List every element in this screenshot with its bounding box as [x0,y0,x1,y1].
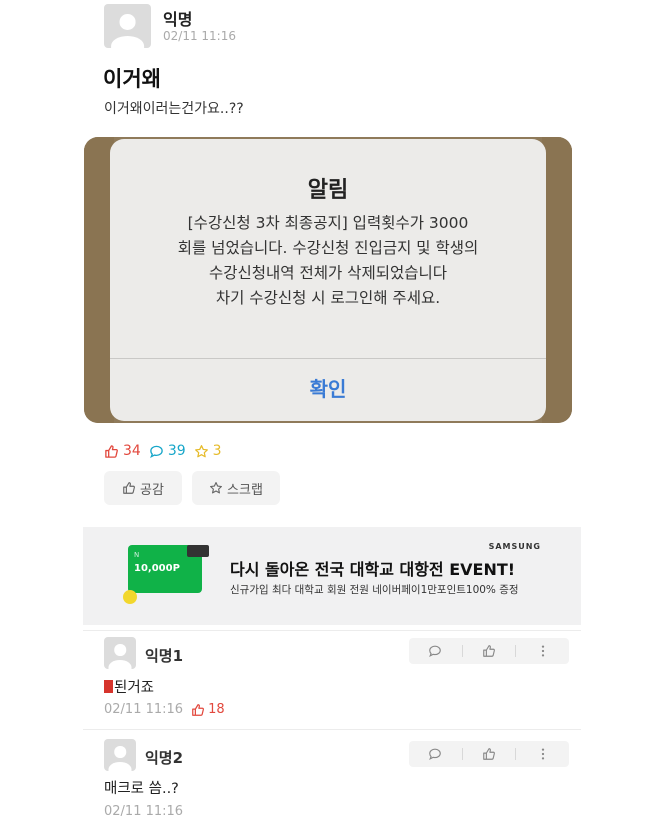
ad-brand: SAMSUNG [488,542,541,551]
divider [83,630,581,631]
comment-count: 39 [149,443,186,459]
scrap-button[interactable]: 스크랩 [192,471,280,505]
alert-message-line: 수강신청내역 전체가 삭제되었습니다 [208,264,447,282]
coin-graphic [123,590,137,604]
ad-headline: 다시 돌아온 전국 대학교 대항전 EVENT! [230,560,516,579]
ad-banner[interactable]: N 10,000P SAMSUNG 다시 돌아온 전국 대학교 대항전 EVEN… [83,527,581,625]
comment-meta: 02/11 11:16 18 [104,702,225,717]
alert-message-line: [수강신청 3차 최종공지] 입력횟수가 3000 [187,214,469,232]
thumbs-up-icon [483,645,495,657]
divider [83,729,581,730]
comment-time: 02/11 11:16 [104,702,184,717]
comment-time: 02/11 11:16 [104,804,184,819]
post-attached-image[interactable]: 알림 [수강신청 3차 최종공지] 입력횟수가 3000 회를 넘었습니다. 수… [84,137,572,423]
star-icon [194,444,208,457]
post-author-avatar [104,4,151,48]
scrap-count: 3 [194,443,222,459]
alert-title: 알림 [307,178,349,203]
alert-message: [수강신청 3차 최종공지] 입력횟수가 3000 회를 넘었습니다. 수강신청… [122,211,534,311]
pay-tag-graphic [187,545,209,557]
comment-text-row: 된거죠 [104,676,154,697]
like-button-label: 공감 [140,482,164,498]
speech-bubble-icon [429,645,442,658]
more-options-button[interactable] [516,644,569,658]
comment-like-count: 18 [208,702,225,717]
like-count: 34 [104,443,141,459]
comment-actions [409,638,569,664]
thumbs-up-icon [192,703,205,716]
thumbs-up-icon [123,482,135,494]
comment-text: 매크로 씀..? [104,781,179,797]
ad-subtext: 신규가입 최다 대학교 회원 전원 네이버페이1만포인트100% 증정 [230,584,519,596]
speech-bubble-icon [149,445,163,458]
point-card-amount: 10,000P [134,563,180,574]
post-body: 이거왜이러는건가요..?? [104,101,244,117]
alert-confirm-button: 확인 [309,377,347,401]
star-icon [210,482,223,494]
reply-button[interactable] [409,644,462,658]
more-vertical-icon [541,748,544,760]
scrap-button-label: 스크랩 [227,482,263,498]
speech-bubble-icon [429,748,442,761]
scrap-count-value: 3 [212,443,222,459]
thumbs-up-icon [483,748,495,760]
thumbs-up-icon [105,444,118,458]
post-time: 02/11 11:16 [163,29,236,43]
comment-like-button[interactable] [463,747,516,761]
alert-divider [110,358,546,359]
more-vertical-icon [541,645,544,657]
comment-author: 익명1 [145,647,184,665]
post-title: 이거왜 [103,67,161,91]
alert-dialog: 알림 [수강신청 3차 최종공지] 입력횟수가 3000 회를 넘었습니다. 수… [110,139,546,421]
like-button[interactable]: 공감 [104,471,182,505]
alert-message-line: 회를 넘었습니다. 수강신청 진입금지 및 학생의 [177,239,479,257]
comment-actions [409,741,569,767]
comment-avatar [104,637,136,669]
reply-button[interactable] [409,747,462,761]
post-stats: 34 39 3 [104,441,230,461]
alert-message-line: 차기 수강신청 시 로그인해 주세요. [215,289,441,307]
like-count-value: 34 [123,443,141,459]
comment-author: 익명2 [145,749,184,767]
comment-text: 된거죠 [114,680,155,696]
post-author: 익명 [163,10,193,29]
comment-like-button[interactable] [463,644,516,658]
red-mark-icon [104,680,113,693]
more-options-button[interactable] [516,747,569,761]
comment-avatar [104,739,136,771]
comment-count-value: 39 [167,443,186,459]
